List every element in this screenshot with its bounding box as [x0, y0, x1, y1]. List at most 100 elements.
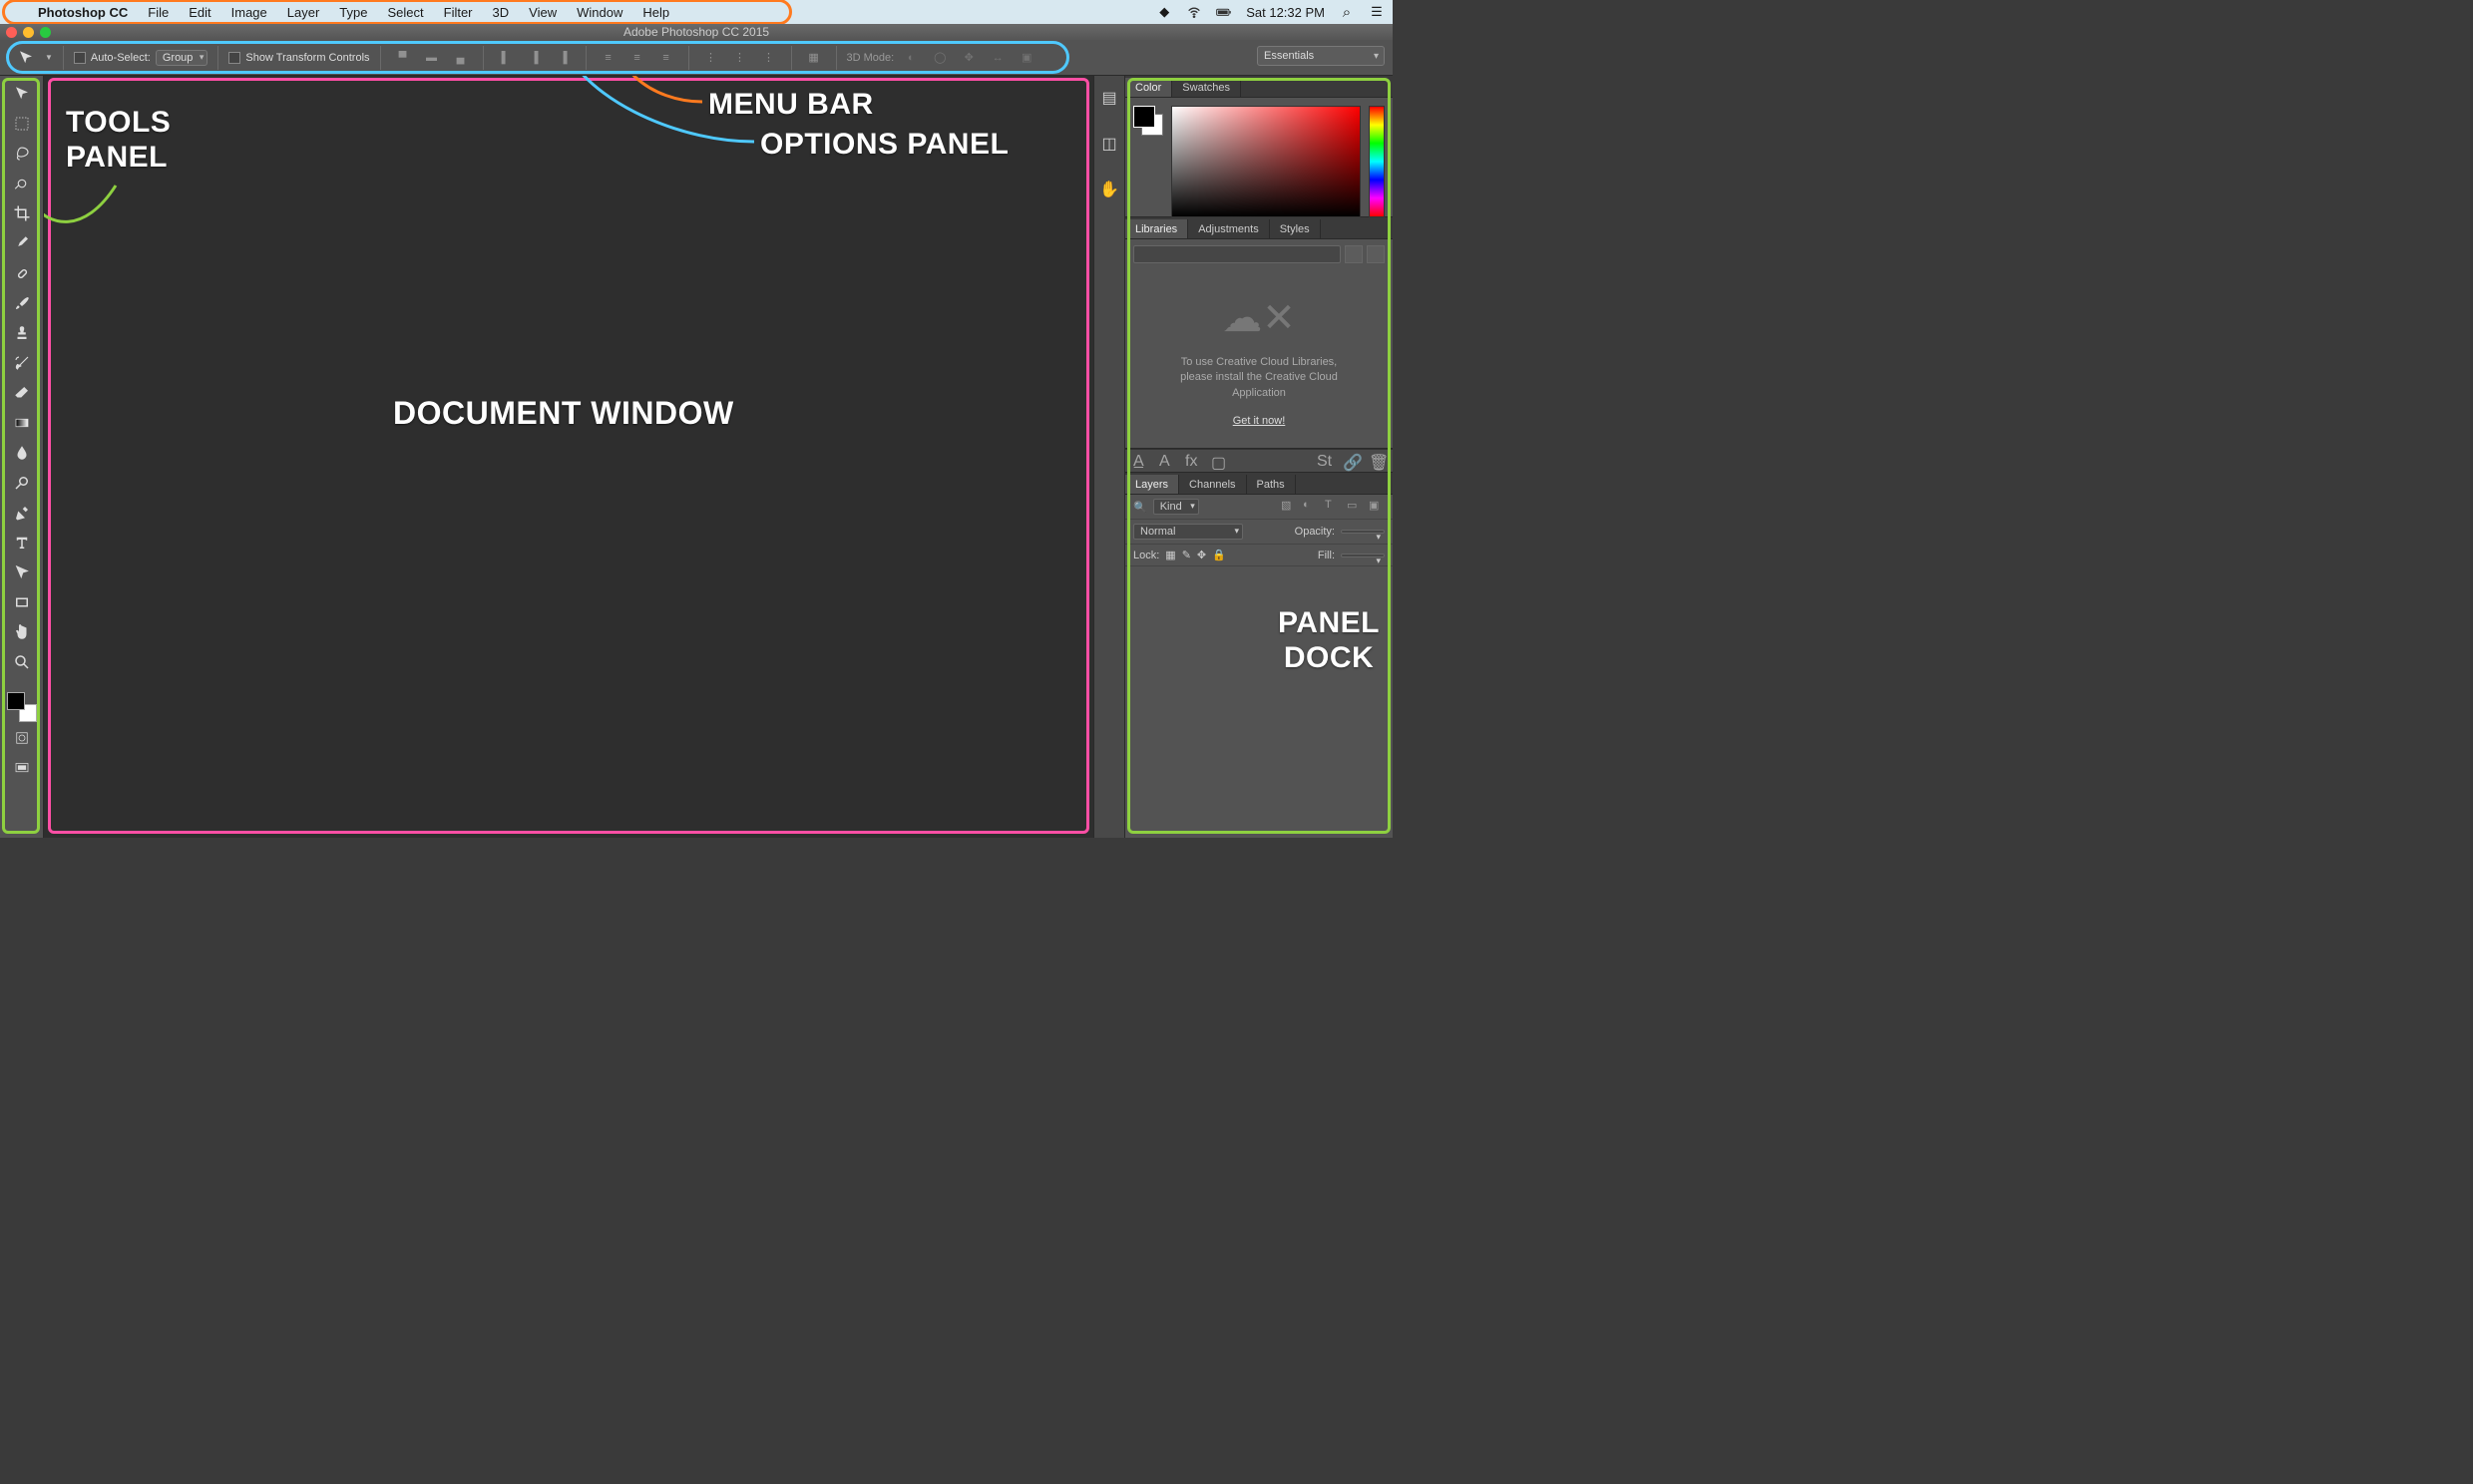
distribute-top-button[interactable]: ≡ [597, 47, 620, 69]
screenmode-button[interactable] [8, 754, 36, 782]
color-swatches[interactable] [7, 692, 37, 722]
window-zoom-button[interactable] [40, 27, 51, 38]
auto-select-checkbox[interactable] [74, 52, 86, 64]
move-tool-icon[interactable] [12, 44, 40, 72]
menu-edit[interactable]: Edit [179, 2, 220, 23]
menu-help[interactable]: Help [632, 2, 679, 23]
menu-window[interactable]: Window [567, 2, 632, 23]
blend-mode-dropdown[interactable]: Normal [1133, 524, 1243, 540]
3d-scale-button[interactable]: ▣ [1015, 47, 1038, 69]
3d-orbit-button[interactable]: ◐ [899, 47, 923, 69]
brush-tool[interactable] [8, 289, 36, 317]
link-icon[interactable]: 🔗 [1343, 453, 1359, 469]
auto-select-dropdown[interactable]: Group [156, 50, 208, 66]
char-style-icon[interactable]: A̲ [1133, 453, 1149, 469]
align-hcenter-button[interactable]: ▐ [523, 47, 547, 69]
fill-icon[interactable]: ▢ [1211, 453, 1227, 469]
window-minimize-button[interactable] [23, 27, 34, 38]
menu-view[interactable]: View [519, 2, 567, 23]
spotlight-icon[interactable] [1339, 4, 1355, 20]
zoom-tool[interactable] [8, 648, 36, 676]
stock-icon[interactable]: St [1317, 453, 1333, 469]
tab-styles[interactable]: Styles [1270, 219, 1321, 238]
filter-type-icon[interactable]: T [1325, 499, 1341, 515]
menu-3d[interactable]: 3D [483, 2, 520, 23]
healing-tool[interactable] [8, 259, 36, 287]
menubar-clock[interactable]: Sat 12:32 PM [1246, 5, 1325, 20]
blur-tool[interactable] [8, 439, 36, 467]
history-panel-icon[interactable]: ▤ [1097, 86, 1121, 110]
filter-pixel-icon[interactable]: ▧ [1281, 499, 1297, 515]
filter-smart-icon[interactable]: ▣ [1369, 499, 1385, 515]
align-bottom-button[interactable]: ▄ [449, 47, 473, 69]
move-tool[interactable] [8, 80, 36, 108]
wifi-icon[interactable] [1186, 4, 1202, 20]
window-close-button[interactable] [6, 27, 17, 38]
library-dropdown[interactable] [1133, 245, 1341, 263]
distribute-left-button[interactable]: ⋮ [699, 47, 723, 69]
lock-transparent-icon[interactable]: ▦ [1165, 549, 1175, 561]
menu-extras-icon[interactable]: ☰ [1369, 4, 1385, 20]
stamp-tool[interactable] [8, 319, 36, 347]
libraries-get-link[interactable]: Get it now! [1233, 415, 1286, 427]
3d-roll-button[interactable]: ◯ [928, 47, 952, 69]
marquee-tool[interactable] [8, 110, 36, 138]
library-list-view[interactable] [1367, 245, 1385, 263]
eyedropper-tool[interactable] [8, 229, 36, 257]
pen-tool[interactable] [8, 499, 36, 527]
menu-image[interactable]: Image [221, 2, 277, 23]
lasso-tool[interactable] [8, 140, 36, 168]
dodge-tool[interactable] [8, 469, 36, 497]
app-menu[interactable]: Photoshop CC [28, 2, 138, 23]
align-top-button[interactable]: ▀ [391, 47, 415, 69]
tool-preset-dropdown[interactable]: ▼ [45, 53, 53, 62]
quick-select-tool[interactable] [8, 170, 36, 197]
info-panel-icon[interactable]: ✋ [1097, 178, 1121, 201]
3d-pan-button[interactable]: ✥ [957, 47, 981, 69]
lock-pixels-icon[interactable]: ✎ [1182, 549, 1191, 561]
filter-adjust-icon[interactable]: ◐ [1303, 499, 1319, 515]
hand-tool[interactable] [8, 618, 36, 646]
quickmask-button[interactable] [8, 724, 36, 752]
color-panel-swatches[interactable] [1133, 106, 1163, 136]
layer-filter-dropdown[interactable]: Kind [1153, 499, 1199, 515]
lock-position-icon[interactable]: ✥ [1197, 549, 1206, 561]
workspace-dropdown[interactable]: Essentials [1257, 46, 1385, 66]
eraser-tool[interactable] [8, 379, 36, 407]
menu-type[interactable]: Type [329, 2, 377, 23]
foreground-color[interactable] [7, 692, 25, 710]
distribute-bottom-button[interactable]: ≡ [654, 47, 678, 69]
apple-menu[interactable] [8, 9, 28, 15]
distribute-vcenter-button[interactable]: ≡ [625, 47, 649, 69]
trash-icon[interactable]: 🗑 [1369, 453, 1385, 469]
history-brush-tool[interactable] [8, 349, 36, 377]
document-window[interactable]: TOOLS PANEL DOCUMENT WINDOW MENU BAR OPT… [44, 76, 1093, 838]
menu-filter[interactable]: Filter [434, 2, 483, 23]
fx-icon[interactable]: fx [1185, 453, 1201, 469]
para-style-icon[interactable]: A [1159, 453, 1175, 469]
menu-file[interactable]: File [138, 2, 179, 23]
tab-libraries[interactable]: Libraries [1125, 219, 1188, 238]
align-vcenter-button[interactable]: ▬ [420, 47, 444, 69]
battery-icon[interactable] [1216, 4, 1232, 20]
path-select-tool[interactable] [8, 558, 36, 586]
menu-layer[interactable]: Layer [277, 2, 330, 23]
tab-paths[interactable]: Paths [1247, 475, 1296, 494]
shield-icon[interactable]: ◆ [1156, 4, 1172, 20]
align-right-button[interactable]: ▐ [552, 47, 576, 69]
tab-layers[interactable]: Layers [1125, 475, 1179, 494]
properties-panel-icon[interactable]: ◫ [1097, 132, 1121, 156]
color-spectrum[interactable] [1171, 106, 1361, 217]
tab-channels[interactable]: Channels [1179, 475, 1246, 494]
tab-color[interactable]: Color [1125, 78, 1172, 97]
tab-adjustments[interactable]: Adjustments [1188, 219, 1270, 238]
distribute-right-button[interactable]: ⋮ [757, 47, 781, 69]
tab-swatches[interactable]: Swatches [1172, 78, 1241, 97]
type-tool[interactable] [8, 529, 36, 556]
3d-slide-button[interactable]: ↔ [986, 47, 1010, 69]
align-left-button[interactable]: ▌ [494, 47, 518, 69]
opacity-input[interactable] [1341, 530, 1385, 534]
show-transform-checkbox[interactable] [228, 52, 240, 64]
menu-select[interactable]: Select [377, 2, 433, 23]
lock-all-icon[interactable]: 🔒 [1212, 549, 1226, 561]
